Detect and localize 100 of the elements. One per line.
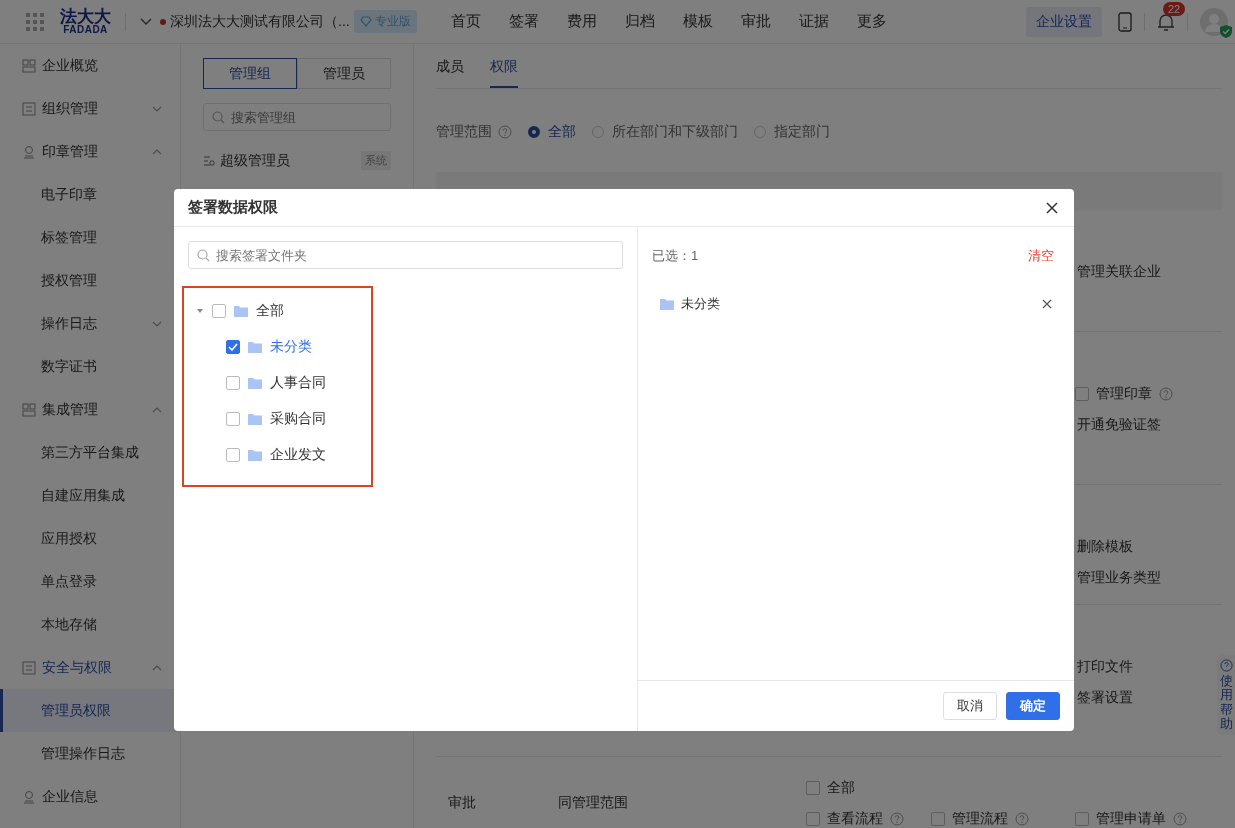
caret-down-icon[interactable] [140,17,152,26]
group-icon [203,154,215,167]
permission-label: 管理印章 [1096,384,1152,403]
checkbox[interactable] [931,811,945,826]
checkbox[interactable] [806,811,820,826]
checkbox[interactable] [226,412,240,426]
group-name[interactable]: 超级管理员 [220,151,356,170]
help-icon[interactable] [1159,386,1173,401]
sidebar-item[interactable]: 企业概览 [0,44,180,87]
permission-label: 签署设置 [1077,688,1133,707]
status-dot [160,18,166,25]
company-name[interactable]: 深圳法大大测试有限公司（... [170,12,350,31]
folder-name[interactable]: 人事合同 [270,374,326,392]
folder-icon [248,449,262,461]
remove-icon[interactable] [1042,299,1052,309]
data-scope: 同管理范围 [558,794,628,812]
permission-label: 管理关联企业 [1077,262,1161,281]
folder-name[interactable]: 全部 [256,302,284,320]
close-icon[interactable] [1046,201,1058,214]
permission-label: 管理流程 [952,809,1008,828]
nav-item[interactable]: 首页 [450,12,481,31]
search-field[interactable]: 搜索管理组 [203,103,391,131]
nav-item[interactable]: 模板 [682,12,713,31]
avatar[interactable] [1200,7,1228,36]
help-label: 使用帮助 [1219,674,1233,732]
checkbox[interactable] [226,376,240,390]
settings-button[interactable]: 企业设置 [1026,6,1102,37]
nav-item[interactable]: 费用 [566,12,597,31]
checkbox[interactable] [212,304,226,318]
permission-label: 删除模板 [1077,537,1133,556]
folder-name[interactable]: 未分类 [270,338,312,356]
search-icon [212,111,225,124]
help-icon[interactable] [498,125,512,139]
dialog-title: 签署数据权限 [188,198,278,217]
permission-label: 查看流程 [827,809,883,828]
confirm-button[interactable]: 确定 [1006,692,1060,720]
caret-down-icon[interactable] [152,320,162,327]
permission-label: 全部 [827,778,855,797]
checkbox[interactable] [1075,811,1089,826]
checkbox[interactable] [1075,386,1089,401]
nav-item[interactable]: 签署 [508,12,539,31]
sidebar-item[interactable]: 操作日志 [0,302,180,345]
section-icon [22,660,36,675]
folder-name[interactable]: 企业发文 [270,446,326,464]
permission-label: 管理申请单 [1096,809,1166,828]
segment-tab[interactable]: 管理员 [297,58,391,89]
radio-option[interactable]: 指定部门 [754,123,830,141]
section-icon [22,58,36,73]
radio-option[interactable]: 所在部门和下级部门 [592,123,738,141]
cancel-button[interactable]: 取消 [943,692,997,720]
permission-label: 打印文件 [1077,657,1133,676]
help-icon[interactable] [1173,811,1187,826]
nav-item[interactable]: 更多 [856,12,887,31]
folder-name[interactable]: 采购合同 [270,410,326,428]
selected-count: 已选：1 [652,247,699,265]
nav-item[interactable]: 归档 [624,12,655,31]
scope-label: 管理范围 [436,123,492,141]
folder-icon [660,298,674,310]
search-icon [197,249,210,262]
tab[interactable]: 成员 [436,58,464,88]
sidebar-item[interactable]: 组织管理 [0,87,180,130]
segment-tab[interactable]: 管理组 [203,58,297,89]
sidebar-item[interactable]: 管理操作日志 [0,732,180,775]
clear-link[interactable]: 清空 [1028,247,1054,265]
checkbox[interactable] [226,340,240,354]
shield-icon [1220,24,1232,38]
sidebar-item[interactable]: 安全与权限 [0,646,180,689]
checkbox[interactable] [226,448,240,462]
caret-up-icon[interactable] [152,664,162,671]
phone-icon[interactable] [1118,11,1132,32]
nav-item[interactable]: 证据 [798,12,829,31]
tab[interactable]: 权限 [490,58,518,88]
sidebar-item[interactable]: 管理员权限 [0,689,180,732]
section-icon [22,101,36,116]
folder-icon [248,377,262,389]
search-field[interactable]: 搜索签署文件夹 [188,241,623,269]
sidebar-item[interactable]: 印章管理 [0,130,180,173]
expand-triangle-icon[interactable] [196,307,204,315]
help-tab[interactable]: 使用帮助 [1217,655,1235,736]
folder-icon [248,341,262,353]
permission-label: 管理业务类型 [1077,568,1161,587]
selected-folder: 未分类 [681,295,721,313]
apps-icon[interactable] [26,12,44,31]
function-name: 审批 [448,794,476,812]
radio-option[interactable]: 全部 [528,123,576,141]
checkbox[interactable] [806,780,820,795]
section-icon [22,402,36,417]
help-icon [1219,659,1233,672]
help-icon[interactable] [890,811,904,826]
caret-up-icon[interactable] [152,406,162,413]
folder-icon [234,305,248,317]
help-icon[interactable] [1015,811,1029,826]
section-icon [22,144,36,159]
sidebar-item[interactable]: 集成管理 [0,388,180,431]
nav-item[interactable]: 审批 [740,12,771,31]
caret-up-icon[interactable] [152,148,162,155]
notification-badge: 22 [1163,1,1186,16]
folder-icon [248,413,262,425]
caret-down-icon[interactable] [152,105,162,112]
sidebar-item[interactable]: 企业信息 [0,775,180,818]
